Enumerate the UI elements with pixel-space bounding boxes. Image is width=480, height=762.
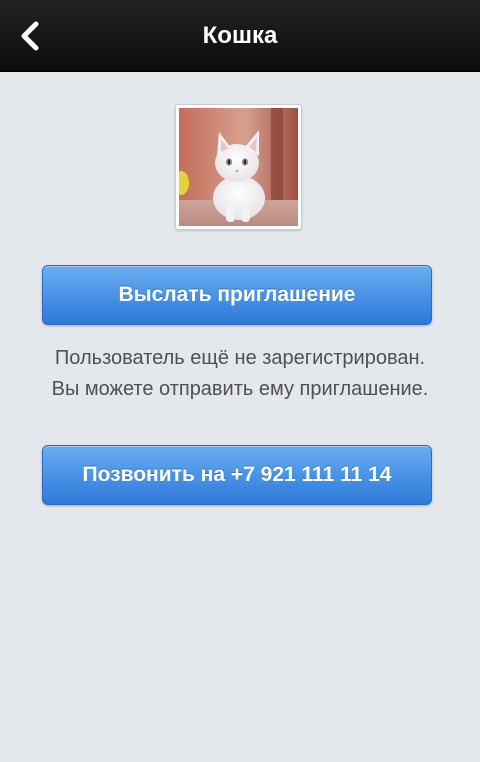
message-line-2: Вы можете отправить ему приглашение. [51,378,429,400]
message-line-1: Пользователь ещё не зарегистрирован. [54,347,426,369]
page-title: Кошка [202,22,278,49]
back-button[interactable] [14,18,50,54]
unregistered-message: Пользователь ещё не зарегистрирован. Вы … [0,343,480,405]
call-button[interactable]: Позвонить на +7 921 111 11 14 [42,445,432,505]
cat-photo [179,108,298,226]
send-invitation-button[interactable]: Выслать приглашение [42,265,432,325]
navigation-bar: Кошка [0,0,480,72]
chevron-left-icon [21,21,39,51]
avatar [175,104,302,230]
